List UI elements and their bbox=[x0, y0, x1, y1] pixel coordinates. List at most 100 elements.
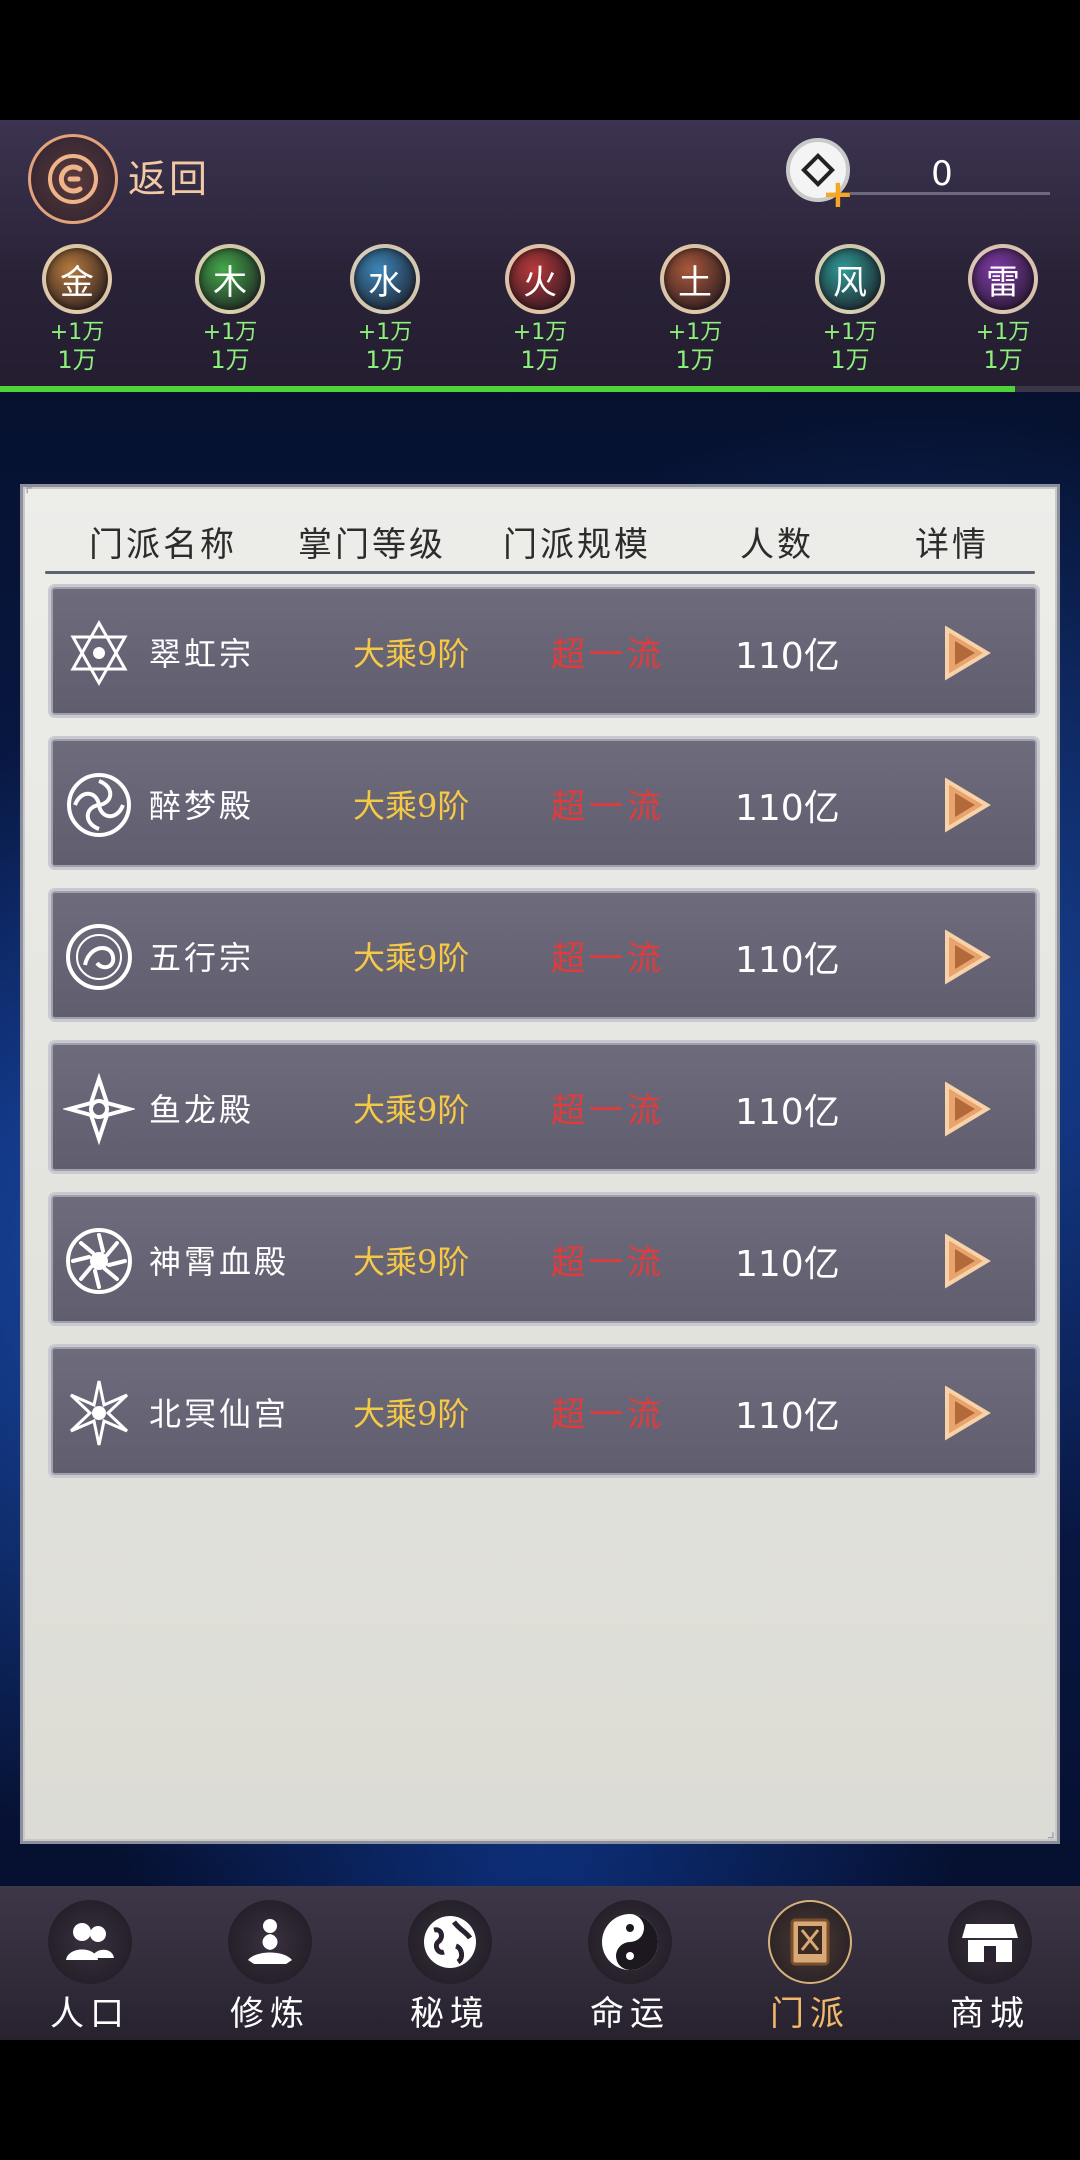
currency-value: 0 bbox=[931, 154, 953, 194]
sun-spiral-emblem bbox=[63, 1225, 135, 1297]
element-orb: 火 bbox=[505, 244, 575, 314]
element-amount: 1万 bbox=[520, 346, 560, 374]
nav-label: 修炼 bbox=[230, 1994, 310, 2034]
sect-row[interactable]: 翠虹宗 大乘9阶 超一流 110亿 bbox=[51, 587, 1037, 715]
column-header-count: 人数 bbox=[740, 524, 814, 565]
element-amount: 1万 bbox=[365, 346, 405, 374]
sect-leader-rank: 大乘9阶 bbox=[353, 635, 470, 673]
element-orb: 水 bbox=[350, 244, 420, 314]
nav-item-1[interactable]: 修炼 bbox=[180, 1886, 360, 2040]
sect-scale: 超一流 bbox=[551, 635, 665, 675]
element-gain: +1万 bbox=[822, 320, 878, 345]
sect-scale: 超一流 bbox=[551, 1395, 665, 1435]
sect-population: 110亿 bbox=[735, 788, 840, 829]
element-gain: +1万 bbox=[667, 320, 723, 345]
element-orb: 雷 bbox=[968, 244, 1038, 314]
sect-population: 110亿 bbox=[735, 1244, 840, 1285]
element-item: 水 +1万 1万 bbox=[330, 244, 440, 374]
globe-icon bbox=[408, 1900, 492, 1984]
element-amount: 1万 bbox=[983, 346, 1023, 374]
sect-row[interactable]: 北冥仙宫 大乘9阶 超一流 110亿 bbox=[51, 1347, 1037, 1475]
hexagram-emblem bbox=[63, 617, 135, 689]
nav-item-4[interactable]: 门派 bbox=[720, 1886, 900, 2040]
header-divider bbox=[45, 571, 1035, 574]
shop-icon bbox=[948, 1900, 1032, 1984]
sect-leader-rank: 大乘9阶 bbox=[353, 939, 470, 977]
details-play-icon[interactable] bbox=[941, 777, 991, 833]
sect-row[interactable]: 五行宗 大乘9阶 超一流 110亿 bbox=[51, 891, 1037, 1019]
sect-name: 翠虹宗 bbox=[149, 635, 255, 673]
element-amount: 1万 bbox=[210, 346, 250, 374]
nav-label: 秘境 bbox=[410, 1994, 490, 2034]
sect-scale: 超一流 bbox=[551, 939, 665, 979]
element-item: 金 +1万 1万 bbox=[22, 244, 132, 374]
sect-name: 醉梦殿 bbox=[149, 787, 255, 825]
nav-item-2[interactable]: 秘境 bbox=[360, 1886, 540, 2040]
details-play-icon[interactable] bbox=[941, 625, 991, 681]
sect-population: 110亿 bbox=[735, 1396, 840, 1437]
sect-name: 鱼龙殿 bbox=[149, 1091, 255, 1129]
details-play-icon[interactable] bbox=[941, 929, 991, 985]
element-gain: +1万 bbox=[49, 320, 105, 345]
element-orb: 风 bbox=[815, 244, 885, 314]
details-play-icon[interactable] bbox=[941, 1233, 991, 1289]
nav-label: 商城 bbox=[950, 1994, 1030, 2034]
details-play-icon[interactable] bbox=[941, 1385, 991, 1441]
sect-population: 110亿 bbox=[735, 940, 840, 981]
sect-leader-rank: 大乘9阶 bbox=[353, 1243, 470, 1281]
shuriken-emblem bbox=[61, 1072, 137, 1146]
yin-yang-icon bbox=[588, 1900, 672, 1984]
element-gain: +1万 bbox=[357, 320, 413, 345]
column-header-name: 门派名称 bbox=[89, 524, 237, 565]
element-amount: 1万 bbox=[57, 346, 97, 374]
sect-scale: 超一流 bbox=[551, 787, 665, 827]
sect-name: 五行宗 bbox=[149, 939, 255, 977]
sect-name: 神霄血殿 bbox=[149, 1243, 290, 1281]
sect-row[interactable]: 神霄血殿 大乘9阶 超一流 110亿 bbox=[51, 1195, 1037, 1323]
element-item: 雷 +1万 1万 bbox=[948, 244, 1058, 374]
meditation-icon bbox=[228, 1900, 312, 1984]
element-orb: 木 bbox=[195, 244, 265, 314]
star-burst-emblem bbox=[63, 1377, 135, 1449]
sect-row[interactable]: 醉梦殿 大乘9阶 超一流 110亿 bbox=[51, 739, 1037, 867]
phoenix-emblem bbox=[63, 921, 135, 993]
element-item: 风 +1万 1万 bbox=[795, 244, 905, 374]
back-label[interactable]: 返回 bbox=[128, 148, 210, 203]
sect-list-panel: ⌜ ⌟ 门派名称 掌门等级 门派规模 人数 详情 翠虹宗 大乘9阶 超一流 110亿醉… bbox=[20, 484, 1060, 1844]
sect-leader-rank: 大乘9阶 bbox=[353, 1395, 470, 1433]
nav-label: 命运 bbox=[590, 1994, 670, 2034]
element-orb: 土 bbox=[660, 244, 730, 314]
element-gain: +1万 bbox=[512, 320, 568, 345]
element-item: 木 +1万 1万 bbox=[175, 244, 285, 374]
column-header-scale: 门派规模 bbox=[503, 524, 651, 565]
sect-population: 110亿 bbox=[735, 1092, 840, 1133]
element-item: 火 +1万 1万 bbox=[485, 244, 595, 374]
element-gain: +1万 bbox=[975, 320, 1031, 345]
vortex-emblem bbox=[63, 769, 135, 841]
nav-label: 门派 bbox=[770, 1994, 850, 2034]
sect-scale: 超一流 bbox=[551, 1091, 665, 1131]
corner-ornament: ⌜ bbox=[25, 485, 34, 506]
sect-name: 北冥仙宫 bbox=[149, 1395, 290, 1433]
sect-leader-rank: 大乘9阶 bbox=[353, 787, 470, 825]
sect-row[interactable]: 鱼龙殿 大乘9阶 超一流 110亿 bbox=[51, 1043, 1037, 1171]
element-gain: +1万 bbox=[202, 320, 258, 345]
nav-item-0[interactable]: 人口 bbox=[0, 1886, 180, 2040]
element-amount: 1万 bbox=[675, 346, 715, 374]
sect-book-icon bbox=[768, 1900, 852, 1984]
column-header-details: 详情 bbox=[915, 524, 989, 565]
element-orb: 金 bbox=[42, 244, 112, 314]
corner-ornament: ⌟ bbox=[1046, 1821, 1055, 1842]
back-button[interactable] bbox=[28, 134, 118, 224]
details-play-icon[interactable] bbox=[941, 1081, 991, 1137]
column-header-rank: 掌门等级 bbox=[298, 524, 446, 565]
table-header: 门派名称 掌门等级 门派规模 人数 详情 bbox=[59, 511, 1039, 571]
sect-scale: 超一流 bbox=[551, 1243, 665, 1283]
bottom-nav: 人口 修炼 秘境 命运 门派 商城 bbox=[0, 1886, 1080, 2040]
nav-item-3[interactable]: 命运 bbox=[540, 1886, 720, 2040]
sect-leader-rank: 大乘9阶 bbox=[353, 1091, 470, 1129]
people-icon bbox=[48, 1900, 132, 1984]
element-item: 土 +1万 1万 bbox=[640, 244, 750, 374]
currency-underline bbox=[850, 192, 1050, 195]
nav-item-5[interactable]: 商城 bbox=[900, 1886, 1080, 2040]
